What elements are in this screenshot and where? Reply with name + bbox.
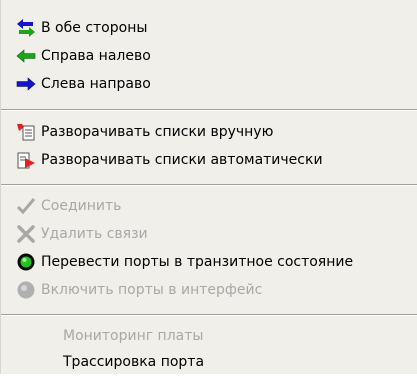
- menu-separator: [1, 109, 417, 111]
- green-circle-icon: [15, 251, 37, 273]
- menu-item-ports-interface[interactable]: Включить порты в интерфейс: [1, 276, 417, 304]
- menu-item-right-to-left[interactable]: Справа налево: [1, 42, 417, 70]
- menu-item-label: Разворачивать списки вручную: [41, 124, 274, 140]
- menu-item-expand-manual[interactable]: Разворачивать списки вручную: [1, 118, 417, 146]
- menu-item-board-monitoring[interactable]: Мониторинг платы: [1, 322, 417, 350]
- menu-separator: [1, 314, 417, 316]
- menu-item-label: Справа налево: [41, 48, 151, 64]
- checkmark-icon: [15, 195, 37, 217]
- menu-item-label: В обе стороны: [41, 20, 148, 36]
- context-menu: В обе стороны Справа налево Слева направ…: [0, 0, 417, 374]
- menu-item-both-directions[interactable]: В обе стороны: [1, 14, 417, 42]
- expand-auto-icon: [15, 149, 37, 171]
- expand-manual-icon: [15, 121, 37, 143]
- menu-item-ports-transit[interactable]: Перевести порты в транзитное состояние: [1, 248, 417, 276]
- gray-circle-icon: [15, 279, 37, 301]
- menu-separator: [1, 184, 417, 186]
- menu-item-expand-auto[interactable]: Разворачивать списки автоматически: [1, 146, 417, 174]
- menu-item-label: Слева направо: [41, 76, 151, 92]
- blue-right-arrow-icon: [15, 73, 37, 95]
- menu-item-label: Трассировка порта: [63, 354, 205, 370]
- menu-item-label: Перевести порты в транзитное состояние: [41, 254, 354, 270]
- menu-item-label: Соединить: [41, 198, 122, 214]
- bidirectional-arrows-icon: [15, 17, 37, 39]
- menu-item-delete-links[interactable]: Удалить связи: [1, 220, 417, 248]
- menu-item-label: Удалить связи: [41, 226, 148, 242]
- x-delete-icon: [15, 223, 37, 245]
- green-left-arrow-icon: [15, 45, 37, 67]
- menu-item-port-trace[interactable]: Трассировка порта: [1, 348, 417, 376]
- menu-item-label: Включить порты в интерфейс: [41, 282, 263, 298]
- menu-item-left-to-right[interactable]: Слева направо: [1, 70, 417, 98]
- menu-item-label: Мониторинг платы: [63, 328, 204, 344]
- menu-item-connect[interactable]: Соединить: [1, 192, 417, 220]
- menu-item-label: Разворачивать списки автоматически: [41, 152, 323, 168]
